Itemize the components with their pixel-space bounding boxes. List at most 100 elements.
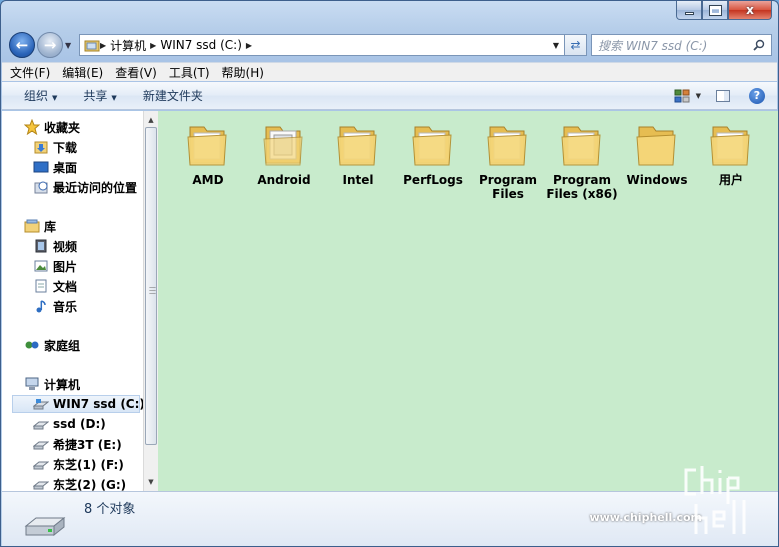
organize-label: 组织 <box>24 89 49 103</box>
star-icon <box>24 119 40 135</box>
scrollbar-thumb[interactable]: — — — <box>145 127 157 445</box>
nav-downloads[interactable]: 下载 <box>33 138 77 156</box>
folder-icon <box>636 126 676 166</box>
pictures-library-icon <box>34 260 48 272</box>
scroll-down-icon[interactable]: ▼ <box>144 475 158 489</box>
search-icon <box>753 39 765 51</box>
nav-drive-c-label: WIN7 ssd (C:) <box>53 397 143 411</box>
desktop-icon <box>33 161 49 173</box>
navigation-scrollbar[interactable]: ▲ — — — ▼ <box>143 111 158 491</box>
nav-drive-g[interactable]: 东芝(2) (G:) <box>33 475 126 491</box>
system-drive-icon <box>33 399 49 410</box>
folder-name: Android <box>257 173 311 187</box>
folder-item[interactable]: Windows <box>621 119 693 187</box>
drive-icon <box>33 441 49 450</box>
view-controls: ▼ ? <box>660 87 765 104</box>
breadcrumb-separator-icon[interactable]: ▶ <box>100 41 106 50</box>
breadcrumb-separator-icon[interactable]: ▶ <box>246 41 252 50</box>
menu-file[interactable]: 文件(F) <box>10 64 50 81</box>
share-label: 共享 <box>83 89 108 103</box>
nav-recent-places[interactable]: 最近访问的位置 <box>33 178 137 196</box>
preview-pane-icon[interactable] <box>715 88 731 104</box>
address-bar[interactable]: ▶ 计算机 ▶ WIN7 ssd (C:) ▶ ▼ <box>79 34 565 56</box>
drive-icon <box>33 481 49 490</box>
folder-item[interactable]: Program Files (x86) <box>546 119 618 201</box>
breadcrumb-separator-icon[interactable]: ▶ <box>150 41 156 50</box>
folder-item[interactable]: PerfLogs <box>397 119 469 187</box>
folder-icon <box>412 126 452 166</box>
menu-help[interactable]: 帮助(H) <box>222 64 264 81</box>
address-history-dropdown[interactable]: ▼ <box>548 41 564 50</box>
folder-item[interactable]: 用户 <box>695 119 767 187</box>
video-library-icon <box>35 239 47 253</box>
nav-pictures[interactable]: 图片 <box>33 257 77 275</box>
back-arrow-icon: ← <box>15 36 29 54</box>
menu-edit[interactable]: 编辑(E) <box>62 64 103 81</box>
navigation-pane: 收藏夹 下载 桌面 最近访问的位置 库 视频 图片 文档 音乐 家庭组 计算机 … <box>2 111 143 491</box>
nav-favorites[interactable]: 收藏夹 <box>24 118 80 136</box>
recent-pages-dropdown[interactable]: ▼ <box>65 41 75 50</box>
navigation-row: ← → ▼ ▶ 计算机 ▶ WIN7 ssd (C:) ▶ ▼ ⇄ 搜索 WIN… <box>9 31 772 59</box>
breadcrumb-drive-c[interactable]: WIN7 ssd (C:) <box>160 38 242 52</box>
breadcrumb-computer[interactable]: 计算机 <box>110 37 146 54</box>
nav-homegroup-label: 家庭组 <box>44 338 81 353</box>
folder-icon <box>337 126 377 166</box>
folder-icon <box>187 126 227 166</box>
nav-downloads-label: 下载 <box>53 140 78 155</box>
nav-pictures-label: 图片 <box>53 259 78 274</box>
forward-arrow-icon: → <box>43 36 57 54</box>
file-list[interactable]: AMD Android Intel PerfLogs Program Files… <box>158 111 778 491</box>
change-view-icon[interactable] <box>674 88 690 104</box>
organize-button[interactable]: 组织 ▼ <box>24 87 57 104</box>
library-icon <box>24 219 40 233</box>
view-options-dropdown-icon[interactable]: ▼ <box>696 92 701 100</box>
help-icon[interactable]: ? <box>749 87 765 104</box>
nav-drive-c[interactable]: WIN7 ssd (C:) <box>12 395 143 413</box>
folder-name: PerfLogs <box>403 173 463 187</box>
share-button[interactable]: 共享 ▼ <box>83 87 116 104</box>
menu-view[interactable]: 查看(V) <box>115 64 157 81</box>
nav-libraries[interactable]: 库 <box>24 217 56 235</box>
drive-icon <box>24 516 66 537</box>
nav-computer[interactable]: 计算机 <box>24 375 80 393</box>
computer-icon <box>25 377 39 390</box>
minimize-button[interactable] <box>676 1 702 20</box>
folder-name: Intel <box>342 173 374 187</box>
menu-bar: 文件(F) 编辑(E) 查看(V) 工具(T) 帮助(H) <box>2 62 777 81</box>
nav-homegroup[interactable]: 家庭组 <box>24 336 80 354</box>
computer-folder-icon <box>84 40 100 51</box>
close-icon: x <box>746 3 754 17</box>
folder-item[interactable]: Android <box>248 119 320 187</box>
scroll-up-icon[interactable]: ▲ <box>144 113 158 127</box>
folder-name: Windows <box>626 173 688 187</box>
back-button[interactable]: ← <box>9 32 35 58</box>
refresh-icon: ⇄ <box>570 38 581 52</box>
nav-videos[interactable]: 视频 <box>33 237 77 255</box>
homegroup-icon <box>25 341 39 349</box>
refresh-button[interactable]: ⇄ <box>565 34 587 56</box>
folder-icon <box>710 126 750 166</box>
folder-item[interactable]: AMD <box>172 119 244 187</box>
new-folder-button[interactable]: 新建文件夹 <box>143 87 203 104</box>
nav-drive-d[interactable]: ssd (D:) <box>33 415 106 433</box>
nav-drive-g-label: 东芝(2) (G:) <box>53 477 127 492</box>
nav-drive-f[interactable]: 东芝(1) (F:) <box>33 455 124 473</box>
nav-drive-f-label: 东芝(1) (F:) <box>53 457 124 472</box>
folder-icon <box>263 126 303 166</box>
nav-recent-places-label: 最近访问的位置 <box>53 180 138 195</box>
close-button[interactable]: x <box>728 1 772 20</box>
nav-drive-e[interactable]: 希捷3T (E:) <box>33 435 122 453</box>
search-box[interactable]: 搜索 WIN7 ssd (C:) <box>591 34 772 56</box>
folder-name: AMD <box>192 173 224 187</box>
search-input[interactable]: 搜索 WIN7 ssd (C:) <box>598 37 753 54</box>
forward-button[interactable]: → <box>37 32 63 58</box>
maximize-button[interactable] <box>702 1 728 20</box>
nav-desktop[interactable]: 桌面 <box>33 158 77 176</box>
nav-music[interactable]: 音乐 <box>33 297 77 315</box>
nav-documents[interactable]: 文档 <box>33 277 77 295</box>
explorer-window: x ← → ▼ ▶ 计算机 ▶ WIN7 ssd (C:) ▶ ▼ ⇄ 搜索 W… <box>0 0 779 547</box>
folder-item[interactable]: Program Files <box>472 119 544 201</box>
menu-tools[interactable]: 工具(T) <box>169 64 210 81</box>
folder-item[interactable]: Intel <box>322 119 394 187</box>
nav-favorites-label: 收藏夹 <box>44 120 81 135</box>
